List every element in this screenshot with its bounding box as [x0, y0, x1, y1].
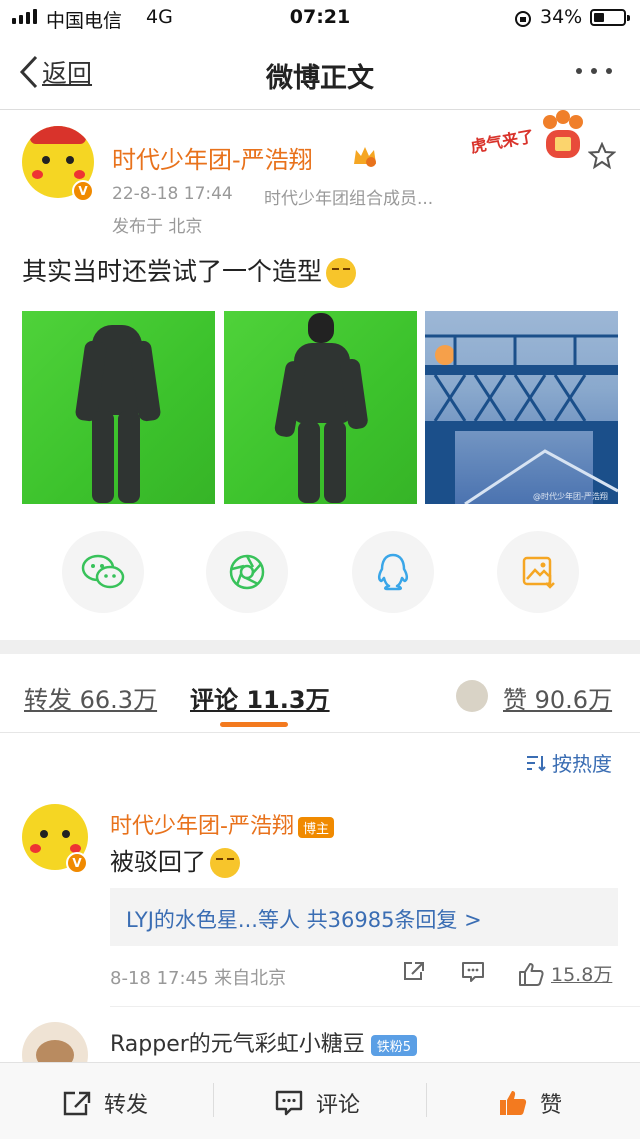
verified-badge: V — [72, 180, 94, 202]
navigation-bar: 返回 微博正文 — [0, 36, 640, 110]
blogger-badge: 博主 — [297, 816, 334, 838]
share-icon — [404, 962, 424, 980]
repost-icon — [63, 1091, 91, 1116]
comment-divider — [110, 1006, 640, 1007]
section-divider — [0, 640, 640, 654]
author-name[interactable]: 时代少年团-严浩翔 — [112, 140, 313, 175]
battery-percent: 34% — [540, 6, 583, 28]
tab-repost[interactable]: 转发 66.3万 — [24, 680, 157, 715]
bottom-comment-button[interactable]: 评论 — [274, 1087, 360, 1119]
post-time: 22-8-18 17:44 — [112, 184, 233, 204]
save-image-button[interactable] — [497, 531, 579, 613]
comment-meta: 8-18 17:45 来自北京 — [110, 968, 287, 989]
comment-icon — [275, 1090, 303, 1116]
comment-replies-link[interactable]: LYJ的水色星...等人 共36985条回复 > — [110, 888, 618, 946]
comment-share-button[interactable] — [402, 960, 426, 982]
rotation-lock-icon — [515, 11, 531, 27]
comment-text: 被驳回了 — [110, 842, 240, 878]
share-qq-button[interactable] — [352, 531, 434, 613]
sort-label: 按热度 — [552, 752, 612, 776]
crown-badge-icon — [354, 147, 376, 167]
bridge-photo — [425, 334, 618, 504]
sort-hot-button[interactable]: 按热度 — [526, 748, 612, 777]
post-text: 其实当时还尝试了一个造型 — [22, 252, 357, 288]
tab-like[interactable]: 赞 90.6万 — [503, 680, 612, 715]
save-image-icon — [522, 556, 555, 589]
post-source: 时代少年团组合成员... — [264, 189, 434, 209]
bottom-separator — [426, 1083, 427, 1117]
post-image-1[interactable] — [22, 311, 215, 504]
bottom-comment-label: 评论 — [316, 1093, 361, 1118]
thumbs-up-icon — [519, 962, 544, 986]
share-moments-button[interactable] — [206, 531, 288, 613]
comment-like-button[interactable]: 15.8万 — [517, 960, 612, 987]
tab-active-indicator — [220, 722, 288, 727]
sweat-emoji-icon — [210, 848, 240, 878]
fan-badge: 铁粉5 — [370, 1034, 418, 1056]
post-image-3[interactable]: @时代少年团-严浩翔 — [425, 311, 618, 504]
tiger-sticker-text: 虎气来了 — [469, 126, 536, 157]
more-options-button[interactable] — [576, 68, 612, 74]
status-bar: 中国电信 4G 07:21 34% — [0, 0, 640, 36]
post-image-2[interactable] — [224, 311, 417, 504]
liker-avatar — [456, 680, 488, 712]
thumbs-up-icon — [500, 1091, 527, 1115]
qq-icon — [377, 553, 409, 591]
wechat-icon — [81, 554, 125, 589]
bottom-like-button[interactable]: 赞 — [498, 1087, 562, 1119]
battery-icon — [590, 9, 630, 26]
share-wechat-button[interactable] — [62, 531, 144, 613]
comment-author[interactable]: 时代少年团-严浩翔 博主 — [110, 808, 334, 840]
comment-reply-button[interactable] — [460, 960, 486, 984]
comment-like-count: 15.8万 — [551, 964, 613, 986]
post-location: 发布于 北京 — [112, 217, 203, 237]
paw-sticker-icon — [543, 110, 583, 158]
image-watermark: @时代少年团-严浩翔 — [533, 492, 608, 501]
bottom-like-label: 赞 — [540, 1093, 563, 1118]
sort-icon — [527, 755, 546, 771]
tabs-divider — [0, 732, 640, 733]
comment-2-author[interactable]: Rapper的元气彩虹小糖豆 铁粉5 — [110, 1026, 418, 1058]
bottom-action-bar: 转发 评论 赞 — [0, 1062, 640, 1139]
bottom-separator — [213, 1083, 214, 1117]
bottom-repost-button[interactable]: 转发 — [62, 1087, 148, 1119]
moments-icon — [229, 554, 265, 590]
bottom-repost-label: 转发 — [104, 1093, 149, 1118]
comment-icon — [462, 962, 484, 982]
page-title: 微博正文 — [266, 63, 374, 94]
star-favorite-icon[interactable] — [588, 142, 616, 170]
smirk-emoji-icon — [326, 258, 357, 288]
tab-comment[interactable]: 评论 11.3万 — [190, 680, 330, 715]
comment-verified-badge: V — [66, 852, 88, 874]
